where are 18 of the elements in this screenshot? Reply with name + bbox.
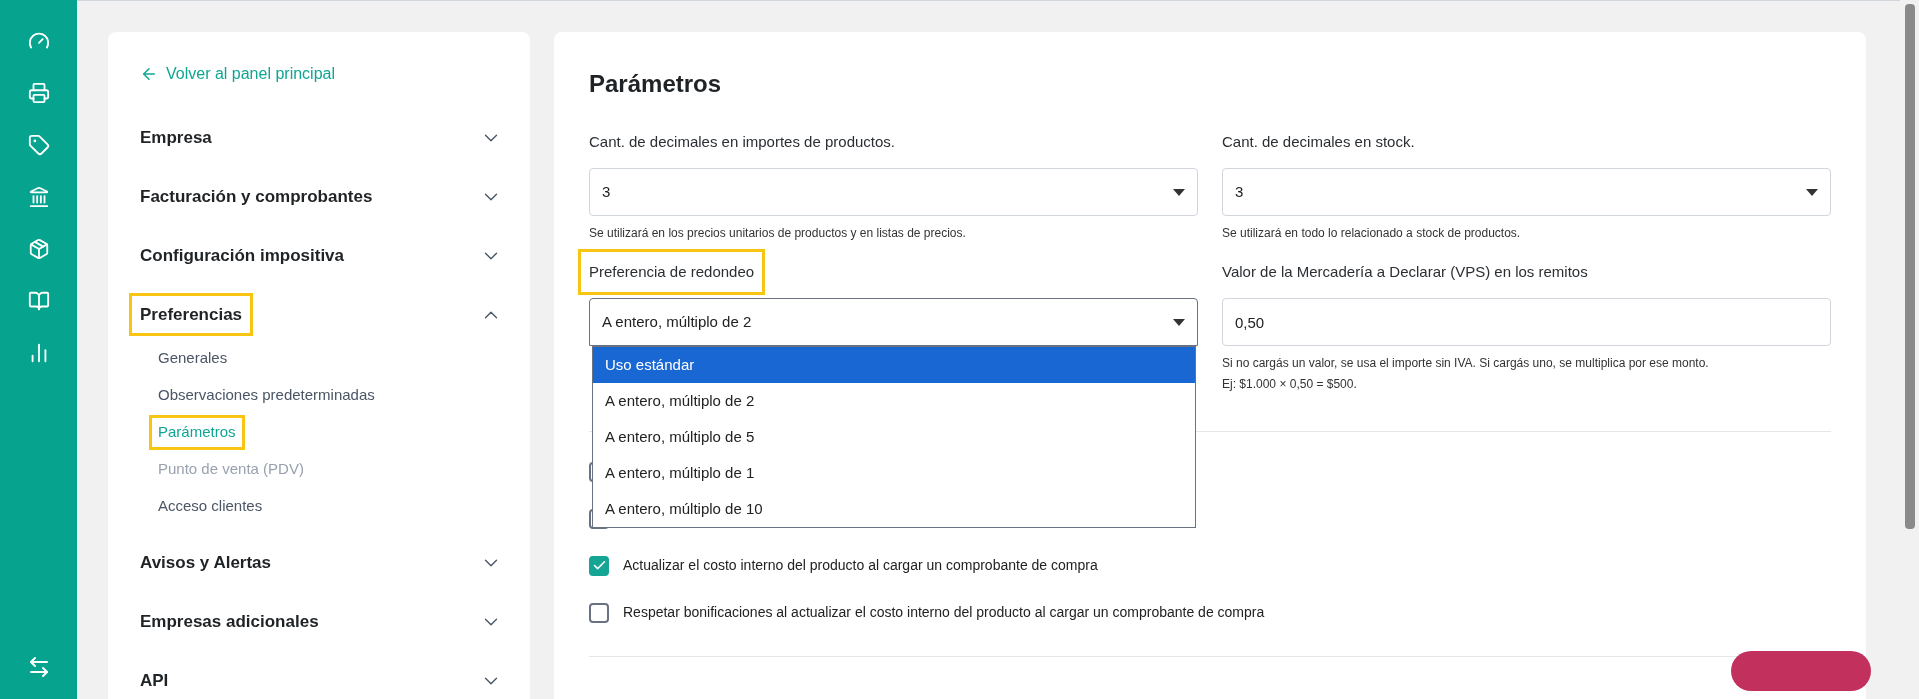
checkbox-label: Actualizar el costo interno del producto al cargar un comprobante de compra — [623, 556, 1098, 575]
help-text: Se utilizará en los precios unitarios de productos y en listas de precios. — [589, 225, 967, 242]
field-label: Preferencia de redondeo — [578, 249, 766, 295]
help-text: Si no cargás un valor, se usa el importe sin IVA. Si cargás uno, se multiplica por ese monto. — [1222, 355, 1710, 372]
section-label: Avisos y Alertas — [140, 551, 272, 574]
checkbox-label: Respetar bonificaciones al actualizar el costo interno del producto al cargar un comprobante de compra — [623, 603, 1265, 622]
section-label: Facturación y comprobantes — [140, 185, 373, 208]
page-title: Parámetros — [589, 69, 723, 99]
field-label: Cant. de decimales en importes de productos. — [589, 132, 895, 152]
section-label: Preferencias — [129, 292, 254, 337]
help-text: Ej: $1.000 × 0,50 = $500. — [1222, 376, 1358, 393]
section-label: API — [140, 669, 169, 692]
section-label: Empresas adicionales — [140, 610, 319, 633]
field-label: Valor de la Mercadería a Declarar (VPS) en los remitos — [1222, 262, 1588, 282]
section-label: Empresa — [140, 126, 212, 149]
section-label: Configuración impositiva — [140, 244, 345, 267]
field-label: Cant. de decimales en stock. — [1222, 132, 1415, 152]
help-text: Se utilizará en todo lo relacionado a stock de productos. — [1222, 225, 1522, 242]
